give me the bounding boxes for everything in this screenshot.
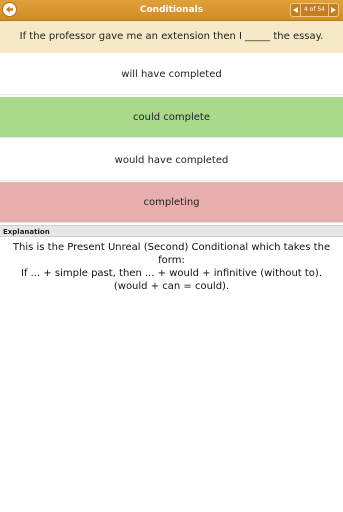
explanation-line-1: This is the Present Unreal (Second) Cond…: [12, 242, 331, 266]
triangle-left-icon: [292, 7, 298, 13]
question-text: If the professor gave me an extension th…: [0, 21, 343, 53]
answer-option-could-complete[interactable]: could complete: [0, 97, 343, 138]
answer-option-completing[interactable]: completing: [0, 182, 343, 223]
pager: 4 of 54: [289, 3, 339, 17]
explanation-header: Explanation: [0, 225, 343, 237]
app-header: Conditionals 4 of 54: [0, 0, 343, 21]
answer-option-would-have-completed[interactable]: would have completed: [0, 140, 343, 181]
explanation-line-2: If ... + simple past, then ... + would +…: [20, 268, 323, 292]
prev-button[interactable]: [289, 3, 301, 17]
triangle-right-icon: [331, 7, 336, 13]
pager-count: 4 of 54: [300, 3, 328, 17]
explanation-body: This is the Present Unreal (Second) Cond…: [4, 241, 339, 293]
answer-option-will-have-completed[interactable]: will have completed: [0, 54, 343, 95]
next-button[interactable]: [328, 3, 339, 17]
